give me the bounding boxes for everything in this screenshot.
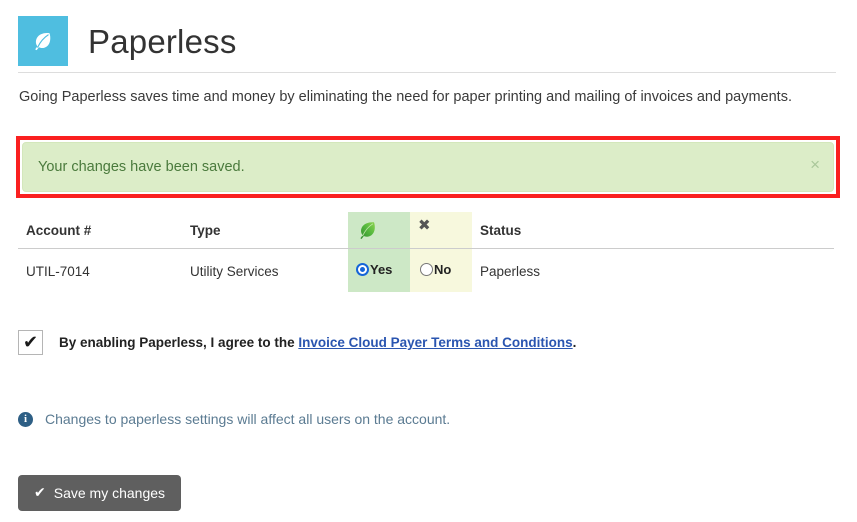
radio-no-label: No — [434, 262, 452, 277]
terms-text-after: . — [572, 335, 577, 350]
column-header-leaf-icon — [356, 219, 378, 244]
radio-yes-indicator[interactable] — [356, 263, 369, 276]
intro-description: Going Paperless saves time and money by … — [19, 89, 792, 105]
terms-checkbox[interactable]: ✔ — [18, 330, 43, 355]
checkmark-icon: ✔ — [34, 485, 46, 501]
column-header-type: Type — [190, 223, 221, 238]
radio-paperless-no[interactable]: No — [420, 262, 451, 277]
cell-account-type: Utility Services — [190, 264, 279, 279]
table-row: UTIL-7014 Utility Services Yes No Paperl… — [18, 249, 834, 293]
radio-paperless-yes[interactable]: Yes — [356, 262, 392, 277]
header-divider — [18, 72, 836, 73]
page-title: Paperless — [88, 22, 237, 60]
column-header-account: Account # — [26, 223, 92, 238]
column-header-status: Status — [480, 223, 522, 238]
table-header-row: Account # Type ✖ Status — [18, 212, 834, 249]
close-icon[interactable]: × — [810, 156, 820, 173]
cross-icon: ✖ — [418, 216, 431, 234]
save-button-label: Save my changes — [53, 485, 166, 501]
info-note-text: Changes to paperless settings will affec… — [45, 411, 451, 427]
accounts-table: Account # Type ✖ Status UTIL-7014 Utilit — [18, 212, 834, 293]
radio-yes-label: Yes — [370, 262, 393, 277]
terms-label: By enabling Paperless, I agree to the In… — [59, 335, 576, 350]
paperless-logo-tile — [18, 16, 68, 66]
cell-account-number: UTIL-7014 — [26, 264, 90, 279]
info-circle-icon: i — [18, 411, 33, 427]
radio-no-option[interactable]: No — [420, 262, 451, 277]
radio-yes-option[interactable]: Yes — [356, 262, 392, 277]
terms-agreement-row: ✔ By enabling Paperless, I agree to the … — [18, 330, 576, 355]
terms-and-conditions-link[interactable]: Invoice Cloud Payer Terms and Conditions — [298, 335, 572, 350]
terms-text-before: By enabling Paperless, I agree to the — [59, 335, 299, 350]
success-alert: Your changes have been saved. × — [22, 142, 834, 192]
checkmark-icon: ✔ — [22, 331, 39, 353]
cell-status-value: Paperless — [480, 264, 541, 279]
info-note-row: i Changes to paperless settings will aff… — [18, 411, 450, 427]
leaf-icon — [30, 28, 56, 54]
page-header: Paperless — [18, 10, 836, 72]
radio-no-indicator[interactable] — [420, 263, 433, 276]
save-button[interactable]: ✔ Save my changes — [18, 475, 182, 511]
column-header-cross-icon: ✖ — [418, 218, 431, 233]
alert-message: Your changes have been saved. — [38, 159, 245, 175]
